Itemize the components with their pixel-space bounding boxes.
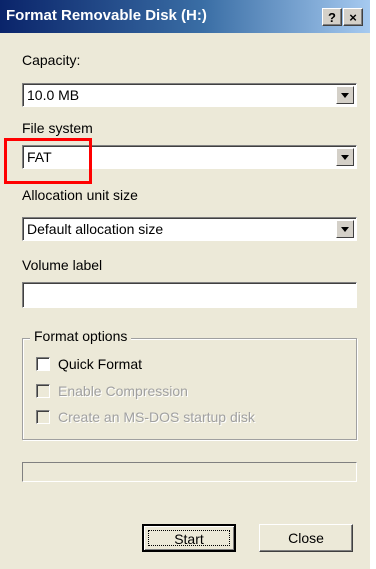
- help-button[interactable]: ?: [322, 8, 342, 26]
- ms-dos-startup-label: Create an MS-DOS startup disk: [58, 409, 255, 425]
- capacity-value: 10.0 MB: [27, 87, 80, 103]
- close-window-button[interactable]: ×: [343, 8, 363, 26]
- chevron-down-icon[interactable]: [336, 220, 354, 238]
- red-highlight-box: [4, 138, 92, 184]
- chevron-down-icon[interactable]: [336, 86, 354, 104]
- start-button-label: Start: [174, 531, 204, 547]
- ms-dos-startup-checkbox: [36, 410, 50, 424]
- title-bar[interactable]: Format Removable Disk (H:) ? ×: [0, 0, 370, 33]
- quick-format-checkbox[interactable]: [36, 357, 50, 371]
- volume-label-input[interactable]: [22, 282, 357, 308]
- window-title: Format Removable Disk (H:): [6, 7, 207, 24]
- chevron-down-icon[interactable]: [336, 148, 354, 166]
- allocation-unit-label: Allocation unit size: [22, 187, 138, 203]
- format-options-title: Format options: [30, 328, 132, 344]
- volume-label-label: Volume label: [22, 257, 103, 273]
- close-button-label: Close: [288, 530, 324, 546]
- capacity-label: Capacity:: [22, 52, 81, 68]
- enable-compression-checkbox: [36, 384, 50, 398]
- allocation-unit-value: Default allocation size: [27, 221, 164, 237]
- close-button[interactable]: Close: [259, 524, 353, 552]
- format-dialog: Format Removable Disk (H:) ? × Capacity:…: [0, 0, 370, 569]
- format-progress-bar: [22, 462, 357, 482]
- file-system-label: File system: [22, 120, 93, 136]
- allocation-unit-select[interactable]: Default allocation size: [22, 217, 357, 241]
- quick-format-label: Quick Format: [58, 356, 143, 372]
- start-button[interactable]: Start: [142, 524, 236, 552]
- enable-compression-label: Enable Compression: [58, 383, 188, 399]
- capacity-select[interactable]: 10.0 MB: [22, 83, 357, 107]
